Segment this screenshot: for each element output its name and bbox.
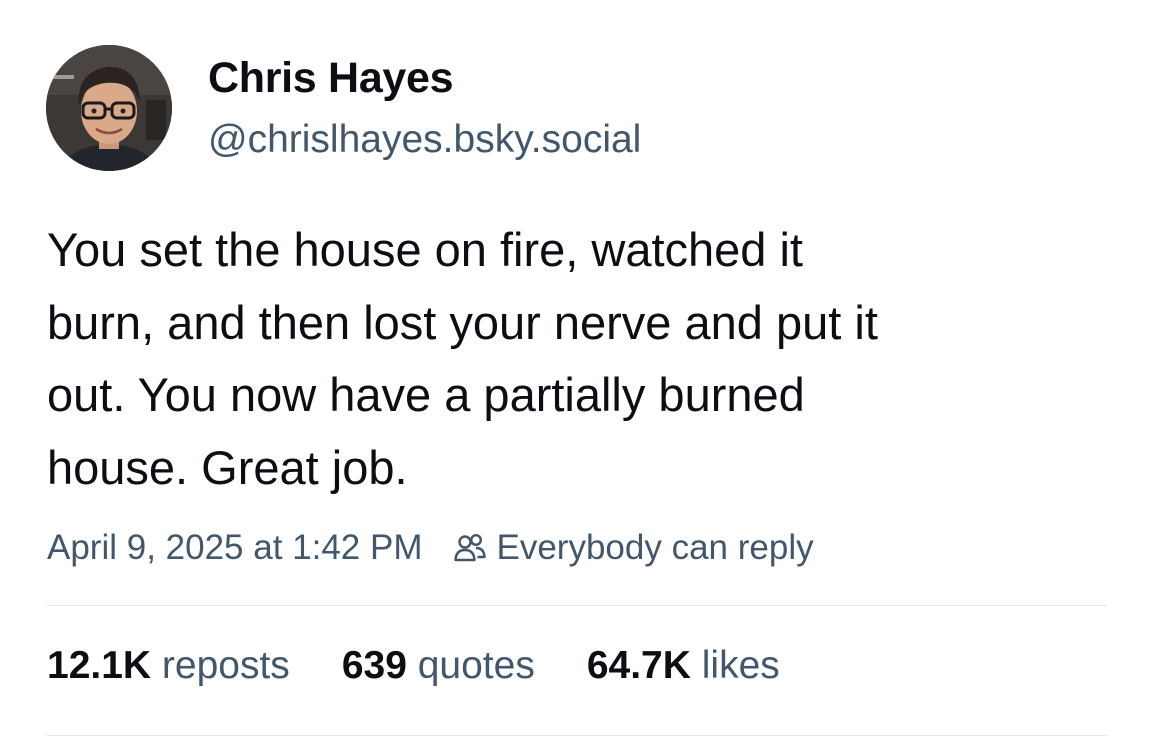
quotes-count: 639 [341, 644, 418, 687]
author-name[interactable]: Chris Hayes [208, 54, 454, 103]
divider [47, 605, 1107, 606]
reply-setting[interactable]: Everybody can reply [497, 528, 814, 568]
author-avatar[interactable] [46, 45, 172, 171]
likes-label: likes [701, 644, 780, 687]
post-text-line: You set the house on fire, watched it [47, 223, 803, 276]
divider [47, 735, 1107, 736]
post-text-line: burn, and then lost your nerve and put i… [47, 295, 878, 349]
author-handle[interactable]: @chrislhayes.bsky.social [208, 118, 641, 162]
likes-count: 64.7K [586, 644, 702, 687]
reposts-count: 12.1K [47, 644, 162, 687]
post-meta: April 9, 2025 at 1:42 PM Everybody can r… [47, 526, 814, 570]
post-text-line: out. You now have a partially burned [47, 368, 805, 421]
quotes-stat[interactable]: 639 quotes [342, 644, 535, 688]
likes-stat[interactable]: 64.7K likes [587, 644, 780, 688]
quotes-label: quotes [417, 644, 535, 687]
post-text: You set the house on fire, watched it bu… [47, 214, 1107, 504]
people-icon [453, 533, 486, 562]
post-stats: 12.1K reposts 639 quotes 64.7K likes [47, 644, 832, 688]
reposts-label: reposts [161, 644, 290, 687]
post-text-line: house. Great job. [47, 440, 408, 494]
post-card: Chris Hayes @chrislhayes.bsky.social You… [0, 0, 1153, 749]
avatar-photo-icon [46, 45, 172, 171]
reposts-stat[interactable]: 12.1K reposts [47, 644, 290, 688]
post-timestamp[interactable]: April 9, 2025 at 1:42 PM [47, 528, 423, 568]
